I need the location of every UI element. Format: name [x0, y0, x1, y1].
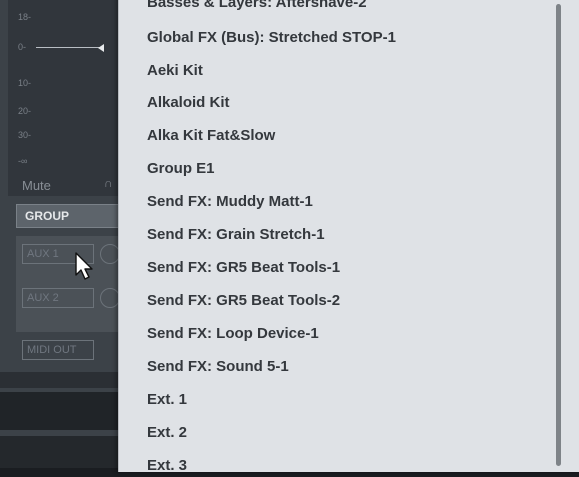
dropdown-menu: Basses & Layers: Aftershave-2 Global FX … [118, 0, 579, 474]
menu-item[interactable]: Alka Kit Fat&Slow [147, 125, 275, 147]
meter-tick: 18- [18, 12, 32, 22]
menu-item[interactable]: Global FX (Bus): Stretched STOP-1 [147, 27, 396, 49]
headphone-icon[interactable]: ∩ [104, 176, 118, 190]
menu-item[interactable]: Ext. 2 [147, 422, 187, 444]
meter-tick: -∞ [18, 156, 28, 166]
aux1-knob[interactable] [100, 244, 120, 264]
meter-tick: 30- [18, 130, 32, 140]
menu-item[interactable]: Send FX: Loop Device-1 [147, 323, 319, 345]
menu-item[interactable]: Basses & Layers: Aftershave-2 [147, 0, 367, 14]
level-meter-area [8, 0, 118, 196]
strip-footer [0, 372, 130, 388]
meter-tick: 0- [18, 42, 27, 52]
menu-item[interactable]: Alkaloid Kit [147, 92, 230, 114]
menu-item[interactable]: Send FX: Grain Stretch-1 [147, 224, 325, 246]
menu-item[interactable]: Send FX: GR5 Beat Tools-1 [147, 257, 340, 279]
volume-fader-handle[interactable] [98, 44, 104, 52]
midi-out-selector[interactable]: MIDI OUT [22, 340, 94, 360]
menu-item[interactable]: Aeki Kit [147, 60, 203, 82]
meter-tick: 20- [18, 106, 32, 116]
aux2-selector[interactable]: AUX 2 [22, 288, 94, 308]
menu-item[interactable]: Ext. 3 [147, 455, 187, 477]
group-output-selector[interactable]: GROUP [16, 204, 124, 228]
menu-item[interactable]: Send FX: GR5 Beat Tools-2 [147, 290, 340, 312]
mouse-pointer-icon [75, 252, 93, 280]
volume-fader-track [36, 47, 100, 48]
aux2-knob[interactable] [100, 288, 120, 308]
aux-panel: AUX 1 AUX 2 [16, 236, 124, 332]
menu-item[interactable]: Send FX: Sound 5-1 [147, 356, 289, 378]
menu-item[interactable]: Ext. 1 [147, 389, 187, 411]
meter-tick: 10- [18, 78, 32, 88]
menu-item[interactable]: Send FX: Muddy Matt-1 [147, 191, 313, 213]
mixer-channel-strip: 18- 0- 10- 20- 30- -∞ Mute ∩ GROUP AUX 1… [0, 0, 130, 468]
strip-footer [0, 436, 130, 468]
strip-footer [0, 392, 130, 430]
menu-scrollbar[interactable] [556, 4, 561, 466]
mute-button[interactable]: Mute [22, 178, 51, 193]
menu-item[interactable]: Group E1 [147, 158, 215, 180]
